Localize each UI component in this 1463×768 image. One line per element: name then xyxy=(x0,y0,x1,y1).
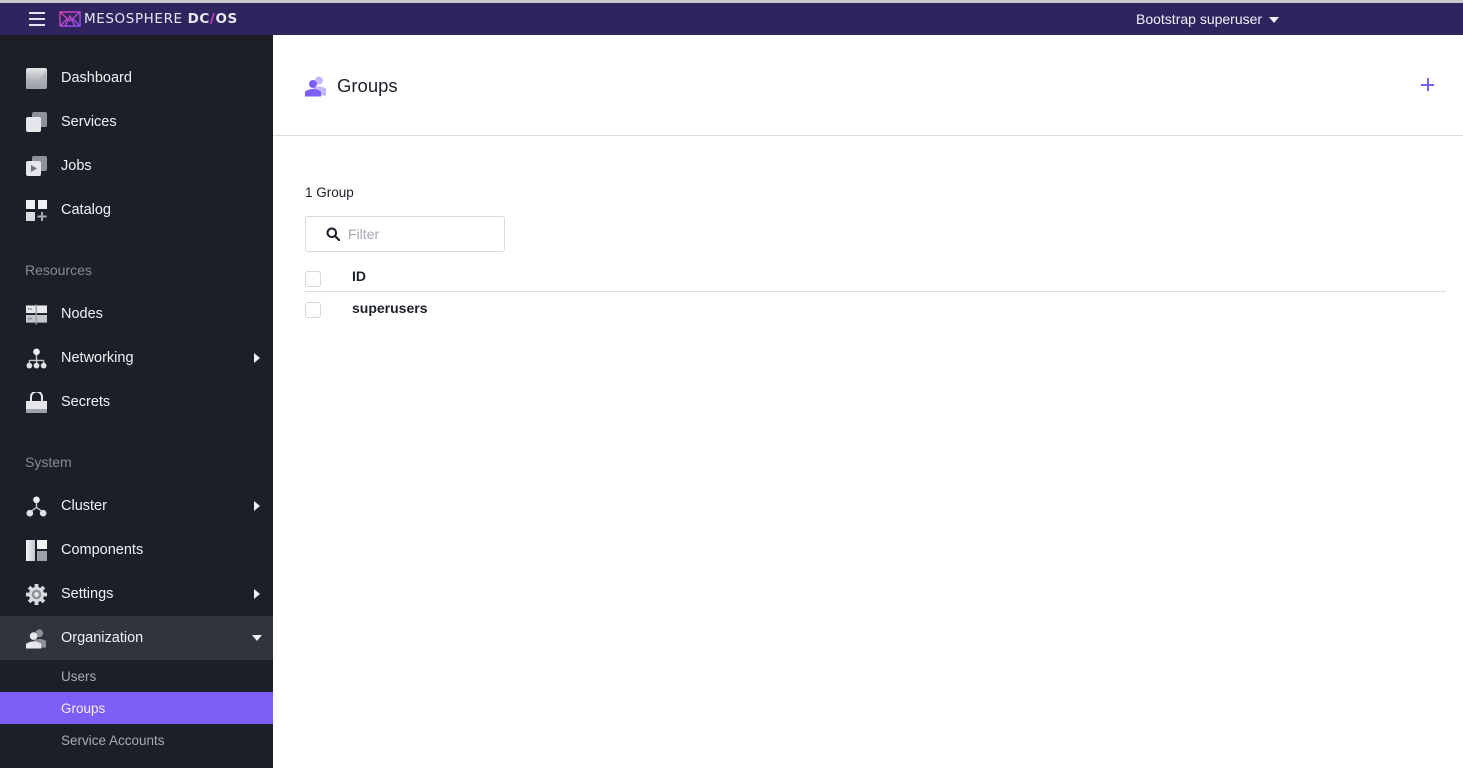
caret-right-icon xyxy=(254,353,260,363)
column-header-id[interactable]: ID xyxy=(352,268,366,284)
sidebar-item-label: Nodes xyxy=(61,306,103,322)
filter-input[interactable] xyxy=(348,224,498,244)
mesosphere-logo-icon xyxy=(59,11,81,27)
sidebar-item-cluster[interactable]: Cluster xyxy=(0,484,273,528)
table-row: superusers xyxy=(305,293,1446,325)
networking-icon xyxy=(26,347,47,369)
jobs-icon xyxy=(26,155,47,176)
logo-text: MESOSPHERE DC/OS xyxy=(84,11,238,27)
dashboard-icon xyxy=(26,67,47,89)
sidebar-item-catalog[interactable]: Catalog xyxy=(0,188,273,232)
lock-icon xyxy=(26,391,47,413)
sidebar-item-label: Cluster xyxy=(61,498,107,514)
sidebar-item-components[interactable]: Components xyxy=(0,528,273,572)
sidebar-item-label: Networking xyxy=(61,350,134,366)
search-icon xyxy=(326,227,340,241)
sidebar-subitem-groups[interactable]: Groups xyxy=(0,692,273,724)
page-title: Groups xyxy=(337,75,398,96)
filter-field[interactable] xyxy=(305,216,505,252)
sidebar: Dashboard Services Jobs Catalog Resource… xyxy=(0,35,273,768)
sidebar-item-secrets[interactable]: Secrets xyxy=(0,380,273,424)
sidebar-item-label: Services xyxy=(61,114,117,130)
caret-right-icon xyxy=(254,501,260,511)
select-all-checkbox[interactable] xyxy=(305,271,321,287)
sidebar-subitem-service-accounts[interactable]: Service Accounts xyxy=(0,724,273,756)
sidebar-item-settings[interactable]: Settings xyxy=(0,572,273,616)
sidebar-subitem-label: Users xyxy=(61,668,97,684)
section-label-system: System xyxy=(25,454,72,470)
logo[interactable]: MESOSPHERE DC/OS xyxy=(59,10,238,28)
caret-right-icon xyxy=(254,589,260,599)
sidebar-item-dashboard[interactable]: Dashboard xyxy=(0,56,273,100)
sidebar-item-services[interactable]: Services xyxy=(0,100,273,144)
sidebar-item-label: Secrets xyxy=(61,394,111,410)
hamburger-icon[interactable] xyxy=(29,12,45,26)
sidebar-item-label: Components xyxy=(61,542,144,558)
cluster-icon xyxy=(26,495,47,517)
groups-icon xyxy=(305,76,326,97)
group-id-link[interactable]: superusers xyxy=(352,300,427,316)
sidebar-item-organization[interactable]: Organization xyxy=(0,616,273,660)
sidebar-subitem-label: Service Accounts xyxy=(61,732,165,748)
services-icon xyxy=(26,111,47,132)
sidebar-subitem-users[interactable]: Users xyxy=(0,660,273,692)
page-title-wrap: Groups xyxy=(305,75,398,97)
user-menu[interactable]: Bootstrap superuser xyxy=(1136,11,1280,27)
main-content: Groups 1 Group ID superusers xyxy=(273,35,1463,768)
table-header: ID xyxy=(305,262,1446,292)
user-menu-label: Bootstrap superuser xyxy=(1136,11,1263,27)
sidebar-item-nodes[interactable]: Nodes xyxy=(0,292,273,336)
users-icon xyxy=(26,628,47,649)
caret-down-icon xyxy=(252,635,262,641)
sidebar-item-label: Jobs xyxy=(61,158,92,174)
row-checkbox[interactable] xyxy=(305,302,321,318)
components-icon xyxy=(26,539,47,561)
sidebar-item-label: Settings xyxy=(61,586,114,602)
catalog-icon xyxy=(26,199,47,221)
sidebar-item-label: Catalog xyxy=(61,202,111,218)
group-count: 1 Group xyxy=(305,185,354,200)
sidebar-item-label: Dashboard xyxy=(61,70,132,86)
sidebar-item-label: Organization xyxy=(61,630,144,646)
section-label-resources: Resources xyxy=(25,262,92,278)
gear-icon xyxy=(26,583,47,605)
sidebar-item-jobs[interactable]: Jobs xyxy=(0,144,273,188)
page-header: Groups xyxy=(273,35,1463,136)
sidebar-item-networking[interactable]: Networking xyxy=(0,336,273,380)
top-bar: MESOSPHERE DC/OS Bootstrap superuser xyxy=(0,3,1463,35)
sidebar-subitem-label: Groups xyxy=(61,700,106,716)
caret-down-icon xyxy=(1269,16,1280,23)
add-group-button[interactable] xyxy=(1419,76,1437,94)
nodes-icon xyxy=(26,303,47,325)
